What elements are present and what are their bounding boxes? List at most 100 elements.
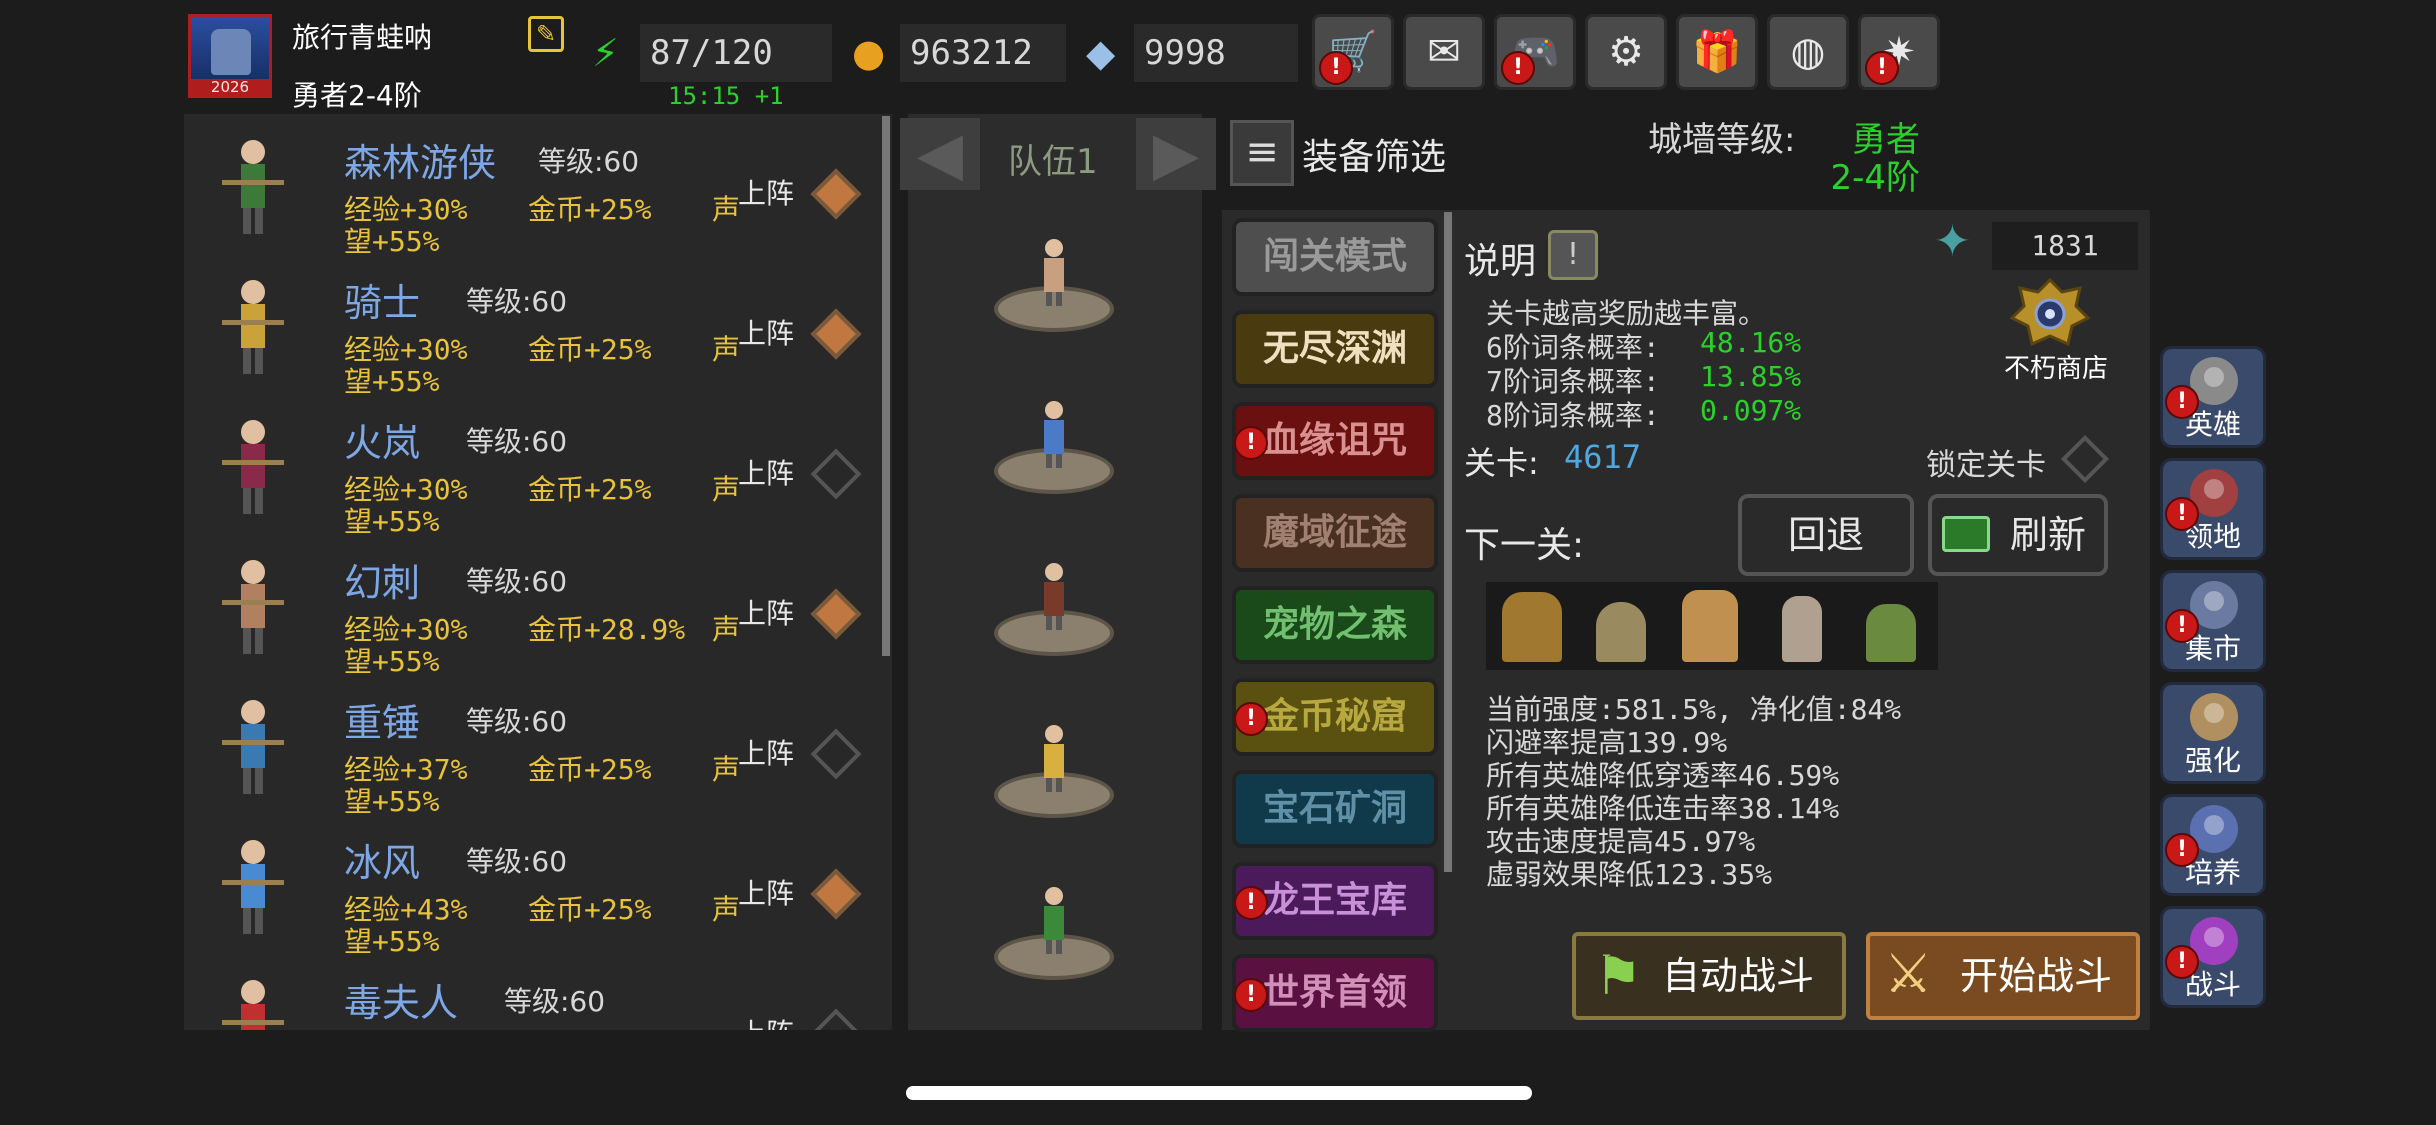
- mode-button[interactable]: 闯关模式: [1232, 218, 1438, 296]
- filter-menu-button[interactable]: ≡: [1230, 120, 1294, 186]
- hero-deploy-label: 上阵: [738, 1012, 794, 1030]
- team-slot[interactable]: [994, 884, 1114, 984]
- mode-button[interactable]: 血缘诅咒!: [1232, 402, 1438, 480]
- odds-8-value: 0.097%: [1700, 394, 1802, 427]
- enemy-sprite: [1502, 592, 1562, 662]
- mode-button[interactable]: 魔域征途: [1232, 494, 1438, 572]
- hero-deploy-label: 上阵: [738, 317, 795, 350]
- auto-battle-button[interactable]: ⚑ 自动战斗: [1572, 932, 1846, 1020]
- toolbar-button[interactable]: ✉: [1403, 14, 1485, 90]
- hero-row[interactable]: 森林游侠 等级:60 经验+30% 金币+25% 望+55% 上阵声: [184, 118, 884, 258]
- hero-sprite: [208, 970, 298, 1030]
- mode-label: 龙王宝库: [1262, 880, 1407, 921]
- team-member-sprite: [1030, 398, 1078, 468]
- back-button[interactable]: 回退: [1738, 494, 1914, 576]
- team-slot[interactable]: [994, 398, 1114, 498]
- side-nav-portal[interactable]: 战斗!: [2160, 906, 2266, 1008]
- hero-deploy-toggle[interactable]: [810, 728, 862, 780]
- hero-fame-prefix: 声: [712, 333, 741, 366]
- hero-list-scrollbar[interactable]: [882, 116, 890, 656]
- mode-label: 无尽深渊: [1262, 328, 1407, 369]
- gem-value: 9998: [1134, 24, 1298, 82]
- video-ad-icon: [1942, 516, 1990, 552]
- immortal-shop-label[interactable]: 不朽商店: [2004, 348, 2108, 385]
- side-nav-helmet[interactable]: 英雄!: [2160, 346, 2266, 448]
- alert-icon: !: [2165, 385, 2199, 419]
- team-slot[interactable]: [994, 236, 1114, 336]
- toolbar-button[interactable]: ◍: [1767, 14, 1849, 90]
- mode-button[interactable]: 金币秘窟!: [1232, 678, 1438, 756]
- mode-label: 宝石矿洞: [1262, 788, 1407, 829]
- gem-icon: ◆: [1086, 31, 1116, 75]
- alert-icon: !: [1319, 51, 1353, 85]
- mode-button[interactable]: 无尽深渊: [1232, 310, 1438, 388]
- team-member-sprite: [1030, 560, 1078, 630]
- side-nav-shop[interactable]: 集市!: [2160, 570, 2266, 672]
- hero-list[interactable]: 森林游侠 等级:60 经验+30% 金币+25% 望+55% 上阵声骑士 等级:60 经验+3…: [184, 114, 892, 1030]
- immortal-gem-icon: ✦: [1934, 216, 1971, 267]
- info-title: 说明: [1464, 241, 1537, 282]
- toolbar-button[interactable]: ⚙: [1585, 14, 1667, 90]
- alert-icon: !: [1234, 886, 1268, 920]
- refresh-label: 刷新: [2009, 513, 2086, 557]
- hero-name: 森林游侠: [344, 141, 497, 185]
- mode-button[interactable]: 宝石矿洞: [1232, 770, 1438, 848]
- hero-gold-bonus: 金币+28.9%: [528, 613, 686, 646]
- immortal-shop-icon[interactable]: [2010, 278, 2090, 350]
- alert-icon: !: [2165, 833, 2199, 867]
- team-prev-button[interactable]: ◀: [900, 118, 980, 190]
- player-avatar[interactable]: 2026: [188, 14, 272, 98]
- toolbar-button[interactable]: 🛒!: [1312, 14, 1394, 90]
- hero-row[interactable]: 毒夫人 等级:60 上阵: [184, 958, 884, 1030]
- refresh-button[interactable]: 刷新: [1928, 494, 2108, 576]
- team-slot[interactable]: [994, 722, 1114, 822]
- hero-row[interactable]: 幻刺 等级:60 经验+30% 金币+28.9% 望+55% 上阵声: [184, 538, 884, 678]
- mode-list-scrollbar[interactable]: [1444, 212, 1452, 872]
- hero-deploy-toggle[interactable]: [810, 868, 862, 920]
- mail-icon: ✉: [1427, 29, 1461, 75]
- hero-fame-prefix: 声: [712, 893, 741, 926]
- lottery-wheel-icon: ◍: [1790, 29, 1826, 75]
- info-icon[interactable]: !: [1548, 230, 1598, 280]
- hero-gold-bonus: 金币+25%: [528, 893, 652, 926]
- flag-icon: ⚑: [1594, 944, 1643, 1007]
- alert-icon: !: [1234, 702, 1268, 736]
- side-nav-chalice[interactable]: 培养!: [2160, 794, 2266, 896]
- alert-icon: !: [1501, 51, 1535, 85]
- team-label: 队伍1: [1008, 142, 1098, 182]
- odds-8-label: 8阶词条概率:: [1486, 399, 1660, 432]
- side-nav-crystal[interactable]: 强化: [2160, 682, 2266, 784]
- start-battle-button[interactable]: ⚔ 开始战斗: [1866, 932, 2140, 1020]
- hero-deploy-label: 上阵: [738, 177, 795, 210]
- mode-button[interactable]: 龙王宝库!: [1232, 862, 1438, 940]
- team-next-button[interactable]: ▶: [1136, 118, 1216, 190]
- mode-button[interactable]: 世界首领!: [1232, 954, 1438, 1032]
- hero-row[interactable]: 重锤 等级:60 经验+37% 金币+25% 望+55% 上阵声: [184, 678, 884, 818]
- mode-button[interactable]: 宠物之森: [1232, 586, 1438, 664]
- hero-fame-prefix: 声: [712, 613, 741, 646]
- hero-row[interactable]: 骑士 等级:60 经验+30% 金币+25% 望+55% 上阵声: [184, 258, 884, 398]
- hero-deploy-toggle[interactable]: [810, 1008, 862, 1030]
- mode-label: 魔域征途: [1262, 512, 1407, 553]
- side-nav-castle[interactable]: 领地!: [2160, 458, 2266, 560]
- hero-sprite: [208, 410, 298, 520]
- hero-deploy-toggle[interactable]: [810, 588, 862, 640]
- team-slot[interactable]: [994, 560, 1114, 660]
- home-indicator[interactable]: [906, 1086, 1532, 1100]
- toolbar-button[interactable]: 🎮!: [1494, 14, 1576, 90]
- hero-row[interactable]: 火岚 等级:60 经验+30% 金币+25% 望+55% 上阵声: [184, 398, 884, 538]
- toolbar-button[interactable]: ✷!: [1858, 14, 1940, 90]
- filter-label[interactable]: 装备筛选: [1302, 128, 1446, 180]
- mode-label: 宠物之森: [1262, 604, 1407, 645]
- toolbar-button[interactable]: 🎁: [1676, 14, 1758, 90]
- hero-deploy-toggle[interactable]: [810, 168, 862, 220]
- team-member-sprite: [1030, 722, 1078, 792]
- hero-deploy-toggle[interactable]: [810, 308, 862, 360]
- gold-value: 963212: [900, 24, 1066, 82]
- alert-icon: !: [2165, 609, 2199, 643]
- hero-deploy-toggle[interactable]: [810, 448, 862, 500]
- edit-name-icon[interactable]: ✎: [528, 16, 564, 52]
- hero-row[interactable]: 冰风 等级:60 经验+43% 金币+25% 望+55% 上阵声: [184, 818, 884, 958]
- hero-sprite: [208, 270, 298, 380]
- energy-timer: 15:15 +1: [668, 82, 784, 110]
